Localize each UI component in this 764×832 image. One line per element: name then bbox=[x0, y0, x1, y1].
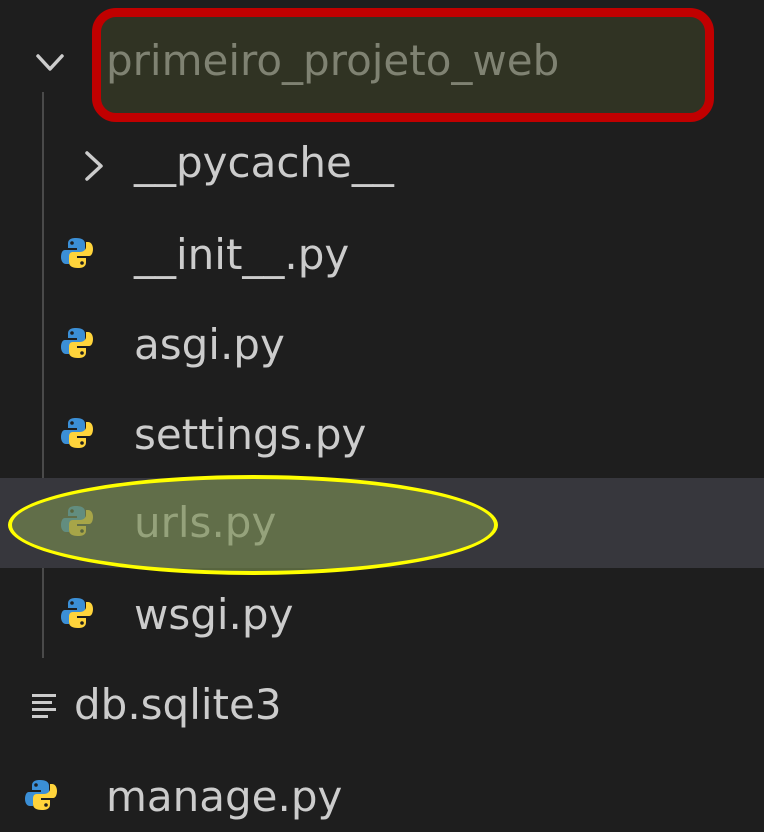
file-label: urls.py bbox=[134, 498, 277, 547]
chevron-right-icon[interactable] bbox=[76, 148, 112, 184]
python-icon bbox=[25, 780, 57, 810]
folder-row-primeiro-projeto-web[interactable]: primeiro_projeto_web bbox=[0, 18, 764, 108]
file-label: __init__.py bbox=[134, 230, 350, 279]
folder-row-pycache[interactable]: __pycache__ bbox=[0, 118, 764, 208]
file-label: wsgi.py bbox=[134, 590, 294, 639]
file-label: asgi.py bbox=[134, 320, 285, 369]
file-row-manage-py[interactable]: manage.py bbox=[0, 752, 764, 832]
file-label: settings.py bbox=[134, 410, 367, 459]
file-row-urls-py[interactable]: urls.py bbox=[0, 478, 764, 568]
file-row-db-sqlite3[interactable]: db.sqlite3 bbox=[0, 660, 764, 750]
file-row-wsgi-py[interactable]: wsgi.py bbox=[0, 570, 764, 660]
file-row-settings-py[interactable]: settings.py bbox=[0, 390, 764, 480]
folder-label: primeiro_projeto_web bbox=[106, 36, 560, 85]
file-row-init-py[interactable]: __init__.py bbox=[0, 210, 764, 300]
file-label: db.sqlite3 bbox=[74, 680, 282, 729]
file-explorer: primeiro_projeto_web __pycache__ __init_… bbox=[0, 0, 764, 832]
python-icon bbox=[61, 238, 93, 268]
python-icon bbox=[61, 328, 93, 358]
file-label: manage.py bbox=[106, 772, 343, 821]
python-icon bbox=[61, 418, 93, 448]
file-row-asgi-py[interactable]: asgi.py bbox=[0, 300, 764, 390]
python-icon bbox=[61, 598, 93, 628]
chevron-down-icon[interactable] bbox=[32, 45, 68, 81]
python-icon bbox=[61, 506, 93, 536]
subfolder-label: __pycache__ bbox=[134, 138, 394, 187]
text-file-icon bbox=[32, 694, 56, 718]
